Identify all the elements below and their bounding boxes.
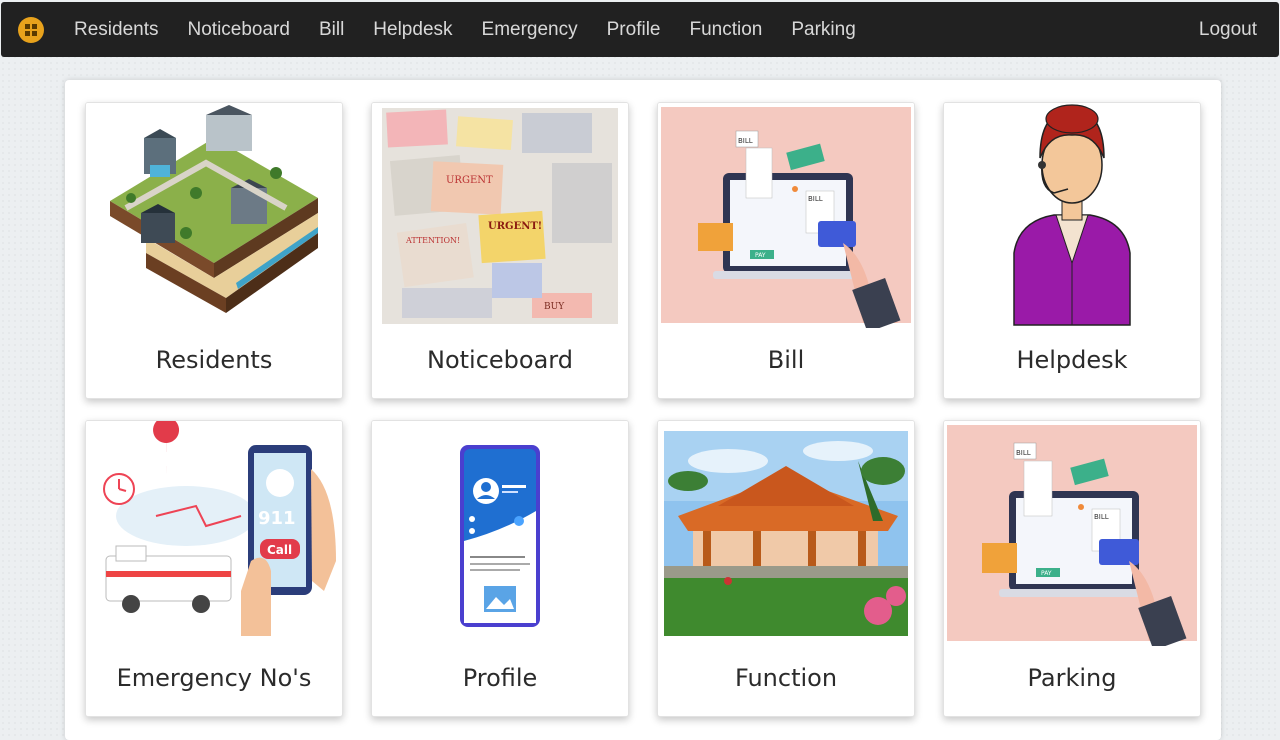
card-noticeboard[interactable]: URGENT URGENT! ATTENTION! BUY Noticeboar… [371, 102, 629, 399]
card-profile-label: Profile [462, 664, 538, 692]
laptop-bill-payment-image: BILL BILL PAY [658, 103, 914, 328]
ambulance-phone-call-image: 911 Call [86, 421, 342, 646]
nav-noticeboard[interactable]: Noticeboard [188, 19, 290, 41]
isometric-houses-image [86, 103, 342, 328]
svg-text:PAY: PAY [755, 252, 766, 259]
svg-text:911: 911 [258, 508, 296, 529]
nav-function[interactable]: Function [689, 19, 762, 41]
card-helpdesk[interactable]: Helpdesk [943, 102, 1201, 399]
support-agent-image [944, 103, 1200, 328]
svg-text:Call: Call [267, 543, 292, 557]
nav-parking[interactable]: Parking [791, 19, 855, 41]
svg-text:BILL: BILL [1016, 449, 1031, 457]
card-helpdesk-label: Helpdesk [1016, 346, 1128, 374]
dashboard-panel: Residents URGENT URGENT! ATTENTION! BUY … [65, 80, 1221, 740]
nav-profile[interactable]: Profile [607, 19, 661, 41]
card-profile[interactable]: Profile [371, 420, 629, 717]
card-residents-label: Residents [155, 346, 273, 374]
card-noticeboard-label: Noticeboard [427, 346, 573, 374]
nav-bill[interactable]: Bill [319, 19, 344, 41]
svg-text:URGENT!: URGENT! [488, 221, 542, 232]
logout-button[interactable]: Logout [1199, 19, 1257, 41]
card-parking[interactable]: BILL BILL PAY Parking [943, 420, 1201, 717]
apartment-logo-icon[interactable] [18, 16, 44, 43]
card-emergency[interactable]: 911 Call Emergency No's [85, 420, 343, 717]
card-bill-label: Bill [767, 346, 805, 374]
svg-text:BUY: BUY [544, 302, 565, 312]
svg-text:BILL: BILL [738, 137, 753, 145]
svg-text:URGENT: URGENT [446, 175, 493, 186]
card-bill[interactable]: BILL BILL PAY Bill [657, 102, 915, 399]
nav-helpdesk[interactable]: Helpdesk [373, 19, 452, 41]
card-function[interactable]: Function [657, 420, 915, 717]
mobile-profile-image [372, 421, 628, 646]
nav-residents[interactable]: Residents [74, 19, 159, 41]
function-hall-photo-image [658, 421, 914, 646]
svg-text:ATTENTION!: ATTENTION! [405, 236, 460, 245]
laptop-bill-payment-image: BILL BILL PAY [944, 421, 1200, 646]
svg-text:BILL: BILL [1094, 513, 1109, 521]
card-parking-label: Parking [1027, 664, 1117, 692]
svg-text:BILL: BILL [808, 195, 823, 203]
top-navbar: Residents Noticeboard Bill Helpdesk Emer… [1, 2, 1279, 57]
paper-notices-image: URGENT URGENT! ATTENTION! BUY [372, 103, 628, 328]
card-residents[interactable]: Residents [85, 102, 343, 399]
card-function-label: Function [734, 664, 838, 692]
nav-emergency[interactable]: Emergency [482, 19, 578, 41]
svg-text:PAY: PAY [1041, 570, 1052, 577]
card-emergency-label: Emergency No's [116, 664, 312, 692]
